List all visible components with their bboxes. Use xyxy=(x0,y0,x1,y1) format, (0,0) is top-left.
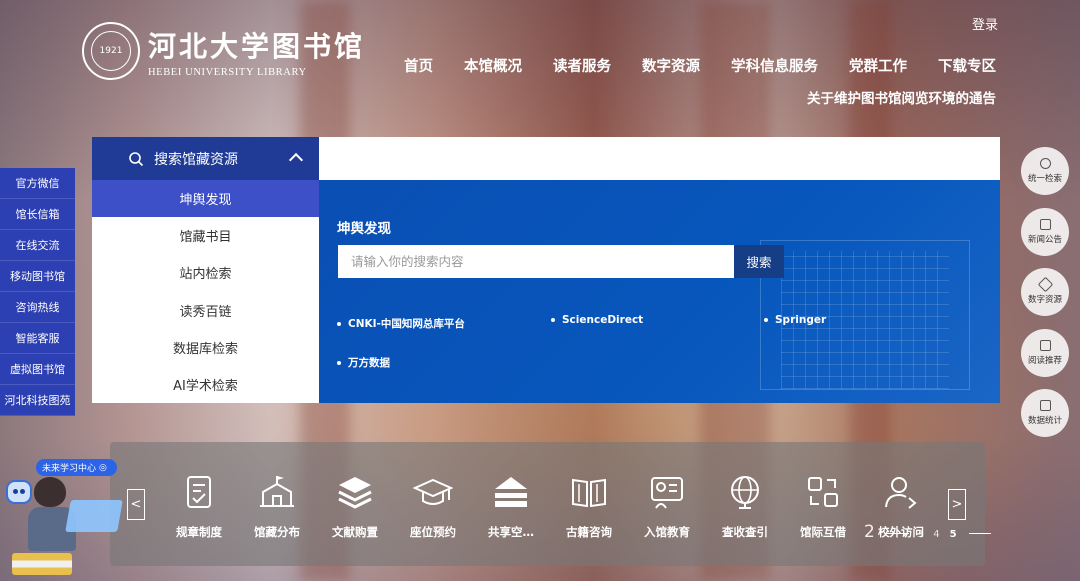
tool-news[interactable]: 新闻公告 xyxy=(1021,207,1069,256)
ancient-book-icon xyxy=(572,478,606,508)
db-link-wanfang[interactable]: 万方数据 xyxy=(337,355,390,370)
layers-icon xyxy=(1037,276,1053,293)
tool-unified-search[interactable]: 统一检索 xyxy=(1021,147,1069,195)
search-icon xyxy=(1039,158,1051,169)
login-link[interactable]: 登录 xyxy=(972,14,998,33)
books-icon xyxy=(12,553,72,575)
tool-reading-recommend[interactable]: 阅读推荐 xyxy=(1021,328,1069,377)
tab-duxiu[interactable]: 读秀百链 xyxy=(92,292,319,329)
link-director-mailbox[interactable]: 馆长信箱 xyxy=(0,199,75,230)
globe-icon xyxy=(731,476,759,509)
search-panel: 搜索馆藏资源 坤舆发现 馆藏书目 站内检索 读秀百链 数据库检索 AI学术检索 … xyxy=(92,137,1000,403)
search-button[interactable]: 搜索 xyxy=(734,245,784,278)
db-link-cnki[interactable]: CNKI-中国知网总库平台 xyxy=(337,316,465,331)
link-official-wechat[interactable]: 官方微信 xyxy=(0,168,75,199)
bullet-icon xyxy=(337,360,341,365)
chart-icon xyxy=(1039,400,1051,411)
link-smart-service[interactable]: 智能客服 xyxy=(0,323,75,354)
service-seat-booking[interactable]: 座位预约 xyxy=(396,472,470,540)
carousel-pager: 2 3 4 5 xyxy=(864,522,991,542)
education-icon xyxy=(651,477,683,509)
robot-icon xyxy=(6,480,32,504)
tab-kunyu-discovery[interactable]: 坤舆发现 xyxy=(92,180,319,218)
pager-line xyxy=(968,533,991,534)
link-hebei-tech[interactable]: 河北科技图苑 xyxy=(0,385,75,416)
search-topbar xyxy=(319,137,1000,180)
db-link-sciencedirect[interactable]: ScienceDirect xyxy=(551,314,643,326)
nav-subject-services[interactable]: 学科信息服务 xyxy=(731,55,818,76)
assistant-badge[interactable]: 未来学习中心 ◎ xyxy=(36,459,117,476)
page-2[interactable]: 2 xyxy=(864,522,875,542)
library-logo[interactable]: 1921 河北大学图书馆 HEBEI UNIVERSITY LIBRARY xyxy=(82,22,365,80)
main-nav: 首页 本馆概况 读者服务 数字资源 学科信息服务 党群工作 下载专区 xyxy=(404,55,996,76)
nav-reader-services[interactable]: 读者服务 xyxy=(553,55,611,76)
service-carousel: < > 规章制度 馆藏分布 文献购置 座位预约 共享空… 古籍咨询 入馆教育 查… xyxy=(110,442,985,566)
service-collection-map[interactable]: 馆藏分布 xyxy=(240,472,314,540)
remote-user-icon xyxy=(885,477,917,509)
tab-site-search[interactable]: 站内检索 xyxy=(92,254,319,291)
service-citation-check[interactable]: 查收查引 xyxy=(708,472,782,540)
nav-party-work[interactable]: 党群工作 xyxy=(849,55,907,76)
news-icon xyxy=(1039,218,1051,230)
tool-statistics[interactable]: 数据统计 xyxy=(1021,389,1069,437)
logo-title-cn: 河北大学图书馆 xyxy=(148,29,366,63)
rules-icon xyxy=(187,476,211,508)
search-input[interactable] xyxy=(338,245,734,278)
nav-about[interactable]: 本馆概况 xyxy=(464,55,522,76)
search-tabs: 坤舆发现 馆藏书目 站内检索 读秀百链 数据库检索 AI学术检索 xyxy=(92,180,319,403)
nav-digital-resources[interactable]: 数字资源 xyxy=(642,55,700,76)
search-content: 坤舆发现 搜索 CNKI-中国知网总库平台 ScienceDirect Spri… xyxy=(319,180,1000,403)
service-interlibrary-loan[interactable]: 馆际互借 xyxy=(786,472,860,540)
carousel-next-button[interactable]: > xyxy=(948,489,966,520)
search-icon xyxy=(129,151,144,166)
left-quick-links: 官方微信 馆长信箱 在线交流 移动图书馆 咨询热线 智能客服 虚拟图书馆 河北科… xyxy=(0,168,75,416)
bullet-icon xyxy=(764,318,768,322)
future-learning-assistant[interactable]: 未来学习中心 ◎ xyxy=(0,455,130,581)
chevron-up-icon xyxy=(288,152,304,168)
bullet-icon xyxy=(337,321,341,326)
db-link-springer[interactable]: Springer xyxy=(764,314,826,326)
page-3[interactable]: 3 xyxy=(917,529,923,540)
link-online-chat[interactable]: 在线交流 xyxy=(0,230,75,261)
service-acquisition[interactable]: 文献购置 xyxy=(318,472,392,540)
service-orientation[interactable]: 入馆教育 xyxy=(630,472,704,540)
book-icon xyxy=(1039,339,1051,351)
notice-link[interactable]: 关于维护图书馆阅览环境的通告 xyxy=(807,87,996,107)
university-seal-icon: 1921 xyxy=(82,22,140,80)
search-collection-toggle[interactable]: 搜索馆藏资源 xyxy=(92,137,319,180)
right-quick-tools: 统一检索 新闻公告 数字资源 阅读推荐 数据统计 xyxy=(1021,147,1069,450)
tab-database-search[interactable]: 数据库检索 xyxy=(92,329,319,366)
link-mobile-library[interactable]: 移动图书馆 xyxy=(0,261,75,292)
nav-downloads[interactable]: 下载专区 xyxy=(938,55,996,76)
building-icon xyxy=(260,476,294,507)
panel-title: 坤舆发现 xyxy=(337,221,391,237)
tool-digital-resources[interactable]: 数字资源 xyxy=(1021,268,1069,316)
tab-catalog[interactable]: 馆藏书目 xyxy=(92,217,319,254)
bullet-icon xyxy=(551,318,555,322)
tab-ai-search[interactable]: AI学术检索 xyxy=(92,366,319,403)
student-avatar xyxy=(34,477,66,507)
link-hotline[interactable]: 咨询热线 xyxy=(0,292,75,323)
search-head-label: 搜索馆藏资源 xyxy=(154,151,238,168)
service-rules[interactable]: 规章制度 xyxy=(162,472,236,540)
shared-space-icon xyxy=(495,477,527,507)
page-4[interactable]: 4 xyxy=(933,529,939,540)
graduation-cap-icon xyxy=(413,478,453,505)
pager-line xyxy=(886,533,909,534)
nav-home[interactable]: 首页 xyxy=(404,55,433,76)
link-virtual-library[interactable]: 虚拟图书馆 xyxy=(0,354,75,385)
laptop-icon xyxy=(65,500,123,532)
logo-title-en: HEBEI UNIVERSITY LIBRARY xyxy=(148,66,307,78)
exchange-icon xyxy=(808,477,838,507)
stack-icon xyxy=(338,477,372,509)
service-ancient-books[interactable]: 古籍咨询 xyxy=(552,472,626,540)
service-shared-space[interactable]: 共享空… xyxy=(474,472,548,540)
page-5[interactable]: 5 xyxy=(950,529,957,540)
